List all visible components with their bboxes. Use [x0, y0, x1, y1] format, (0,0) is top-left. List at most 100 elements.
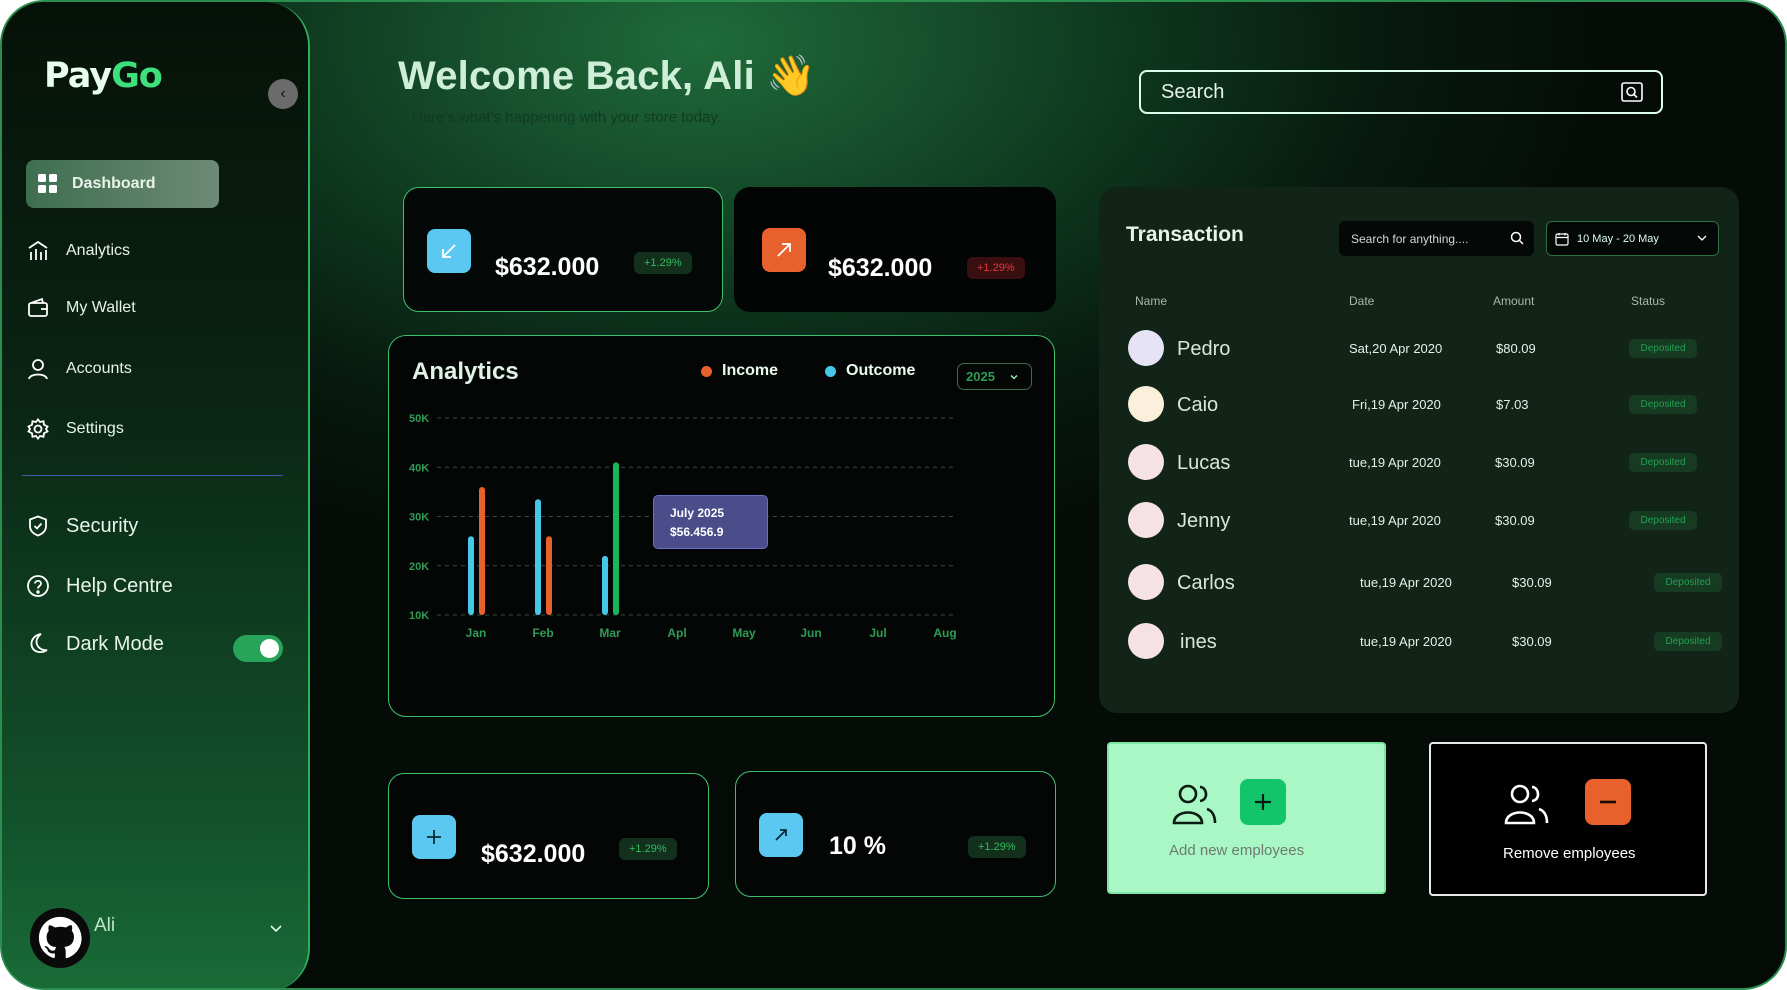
status-badge: Deposited: [1629, 511, 1697, 530]
add-employee-button[interactable]: [1240, 779, 1286, 825]
arrow-down-left-icon: [427, 229, 471, 273]
plus-icon[interactable]: [412, 815, 456, 859]
minus-icon: [1600, 800, 1616, 804]
shield-icon: [26, 514, 50, 538]
x-tick-label: Jun: [800, 626, 821, 640]
avatar: [1128, 330, 1164, 366]
table-row[interactable]: Lucas tue,19 Apr 2020 $30.09 Deposited: [1099, 442, 1739, 492]
sidebar-item-dashboard[interactable]: Dashboard: [26, 160, 219, 208]
search-input[interactable]: Search: [1139, 70, 1663, 114]
row-date: Sat,20 Apr 2020: [1349, 341, 1443, 356]
status-badge: Deposited: [1654, 632, 1722, 651]
row-date: Fri,19 Apr 2020: [1352, 397, 1441, 412]
avatar: [30, 908, 90, 968]
stat-card-income: $632.000 +1.29%: [403, 187, 723, 312]
x-tick-label: Apl: [667, 626, 686, 640]
y-tick-label: 30K: [409, 512, 429, 524]
row-name: Lucas: [1177, 452, 1231, 474]
date-range-value: 10 May - 20 May: [1577, 232, 1659, 245]
table-row[interactable]: Pedro Sat,20 Apr 2020 $80.09 Deposited: [1099, 328, 1739, 378]
x-tick-label: Jan: [466, 626, 487, 640]
avatar: [1128, 564, 1164, 600]
arrow-up-right-icon: [762, 228, 806, 272]
add-employees-label: Add new employees: [1169, 842, 1305, 859]
stat-amount: 10 %: [829, 832, 886, 860]
stat-card-percent: 10 % +1.29%: [735, 771, 1056, 897]
row-date: tue,19 Apr 2020: [1349, 513, 1441, 528]
bar-income: [479, 486, 485, 615]
app-logo: PayGo: [44, 56, 163, 96]
page-subtitle: Here's what's happening with your store …: [412, 109, 721, 126]
row-name: Caio: [1177, 394, 1219, 416]
stat-amount: $632.000: [828, 254, 933, 282]
calendar-icon: [1555, 232, 1569, 246]
remove-employees-card[interactable]: Remove employees: [1429, 742, 1707, 896]
users-icon: [1504, 784, 1549, 825]
bar-income: [613, 462, 619, 615]
chevron-down-icon: [270, 925, 282, 933]
help-icon: [26, 574, 50, 598]
search-icon[interactable]: [1621, 82, 1643, 108]
collapse-sidebar-button[interactable]: ‹: [268, 79, 298, 109]
add-employees-card[interactable]: Add new employees: [1107, 742, 1386, 894]
sidebar-item-accounts[interactable]: Accounts: [26, 357, 132, 381]
sidebar-item-security[interactable]: Security: [26, 514, 138, 538]
stat-change-badge: +1.29%: [634, 252, 692, 274]
y-tick-label: 10K: [409, 610, 429, 622]
status-badge: Deposited: [1629, 395, 1697, 414]
sidebar-item-analytics[interactable]: Analytics: [26, 239, 130, 263]
sidebar-item-label: Dark Mode: [66, 632, 164, 655]
sidebar-item-label: Accounts: [66, 360, 132, 377]
gear-icon: [26, 417, 50, 441]
user-name: Ali: [94, 915, 116, 936]
sidebar-item-label: Dashboard: [72, 175, 156, 192]
stat-card-outcome: $632.000 +1.29%: [734, 187, 1056, 312]
date-range-select[interactable]: 10 May - 20 May: [1546, 221, 1719, 256]
x-tick-label: Mar: [599, 626, 621, 640]
row-amount: $30.09: [1512, 634, 1552, 649]
row-date: tue,19 Apr 2020: [1360, 575, 1452, 590]
avatar: [1128, 444, 1164, 480]
wallet-icon: [26, 296, 50, 320]
remove-employee-button[interactable]: [1585, 779, 1631, 825]
user-menu-chevron[interactable]: [268, 920, 284, 941]
sidebar-item-help-centre[interactable]: Help Centre: [26, 574, 173, 598]
row-name: Carlos: [1177, 572, 1235, 594]
x-tick-label: Aug: [933, 626, 956, 640]
dark-mode-toggle[interactable]: [233, 635, 283, 662]
stat-change-badge: +1.29%: [619, 838, 677, 860]
tooltip-label: July 2025: [670, 506, 725, 520]
remove-employees-label: Remove employees: [1503, 845, 1636, 862]
sidebar-item-label: My Wallet: [66, 299, 136, 316]
sidebar-item-label: Help Centre: [66, 574, 173, 597]
tooltip-value: $56.456.9: [670, 525, 724, 539]
row-amount: $30.09: [1495, 455, 1535, 470]
y-tick-label: 40K: [409, 462, 429, 474]
chart-tooltip: July 2025 $56.456.9: [653, 495, 768, 549]
table-row[interactable]: Caio Fri,19 Apr 2020 $7.03 Deposited: [1099, 384, 1739, 434]
bar-outcome: [535, 499, 541, 615]
status-badge: Deposited: [1629, 339, 1697, 358]
sidebar-item-label: Analytics: [66, 242, 131, 259]
search-placeholder: Search for anything....: [1351, 231, 1469, 246]
table-row[interactable]: ines tue,19 Apr 2020 $30.09 Deposited: [1099, 621, 1739, 671]
stat-change-badge: +1.29%: [967, 257, 1025, 279]
sidebar-item-settings[interactable]: Settings: [26, 417, 124, 441]
row-date: tue,19 Apr 2020: [1349, 455, 1441, 470]
table-row[interactable]: Jenny tue,19 Apr 2020 $30.09 Deposited: [1099, 500, 1739, 550]
analytics-icon: [26, 239, 50, 263]
transactions-search-input[interactable]: Search for anything....: [1339, 221, 1534, 256]
column-header-status: Status: [1631, 294, 1666, 308]
sidebar-item-label: Settings: [66, 420, 124, 437]
row-name: Pedro: [1177, 338, 1231, 360]
stat-amount: $632.000: [495, 253, 600, 281]
sidebar-divider: [22, 475, 283, 476]
avatar: [1128, 502, 1164, 538]
row-name: ines: [1180, 631, 1217, 653]
user-profile[interactable]: [30, 908, 90, 968]
app-window: PayGo ‹ Dashboard Analytics My Wallet Ac…: [0, 0, 1787, 990]
table-row[interactable]: Carlos tue,19 Apr 2020 $30.09 Deposited: [1099, 562, 1739, 612]
sidebar-item-my-wallet[interactable]: My Wallet: [26, 296, 136, 320]
row-amount: $7.03: [1496, 397, 1529, 412]
transactions-title: Transaction: [1126, 223, 1244, 246]
